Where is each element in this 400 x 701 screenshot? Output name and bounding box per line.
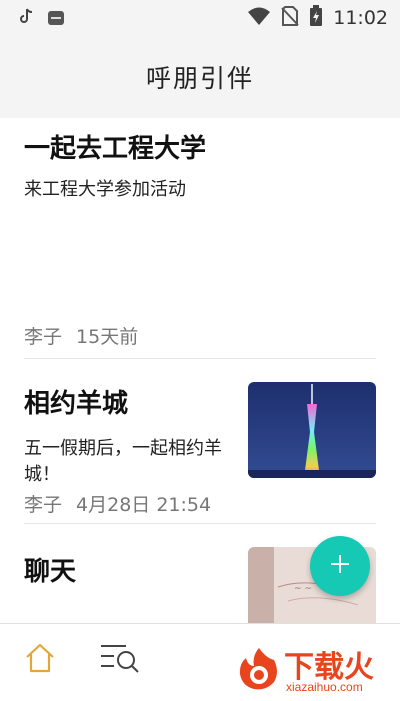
post-title: 相约羊城 [24,389,129,419]
post-author: 李子 [24,494,63,516]
svg-text:~ ~: ~ ~ [294,584,312,594]
watermark: 下载火 xiazaihuo.com [236,642,400,700]
post-meta: 李子 4月28日 21:54 [24,490,211,517]
status-time: 11:02 [333,7,388,29]
post-body: 五一假期后，一起相约羊城！ [24,438,222,485]
wifi-icon [247,6,271,30]
search-list-icon [100,645,140,678]
page-title: 呼朋引伴 [145,64,254,93]
title-bar: 呼朋引伴 [0,36,400,118]
post-title: 聊天 [24,557,77,587]
nav-discover[interactable] [100,642,140,678]
status-bar: 11:02 [0,0,400,36]
plus-icon [329,553,351,579]
post-time: 4月28日 21:54 [76,494,212,516]
watermark-sub: xiazaihuo.com [286,680,363,694]
post-author: 李子 [24,326,63,348]
app-icon [48,11,64,25]
battery-charging-icon [309,5,323,31]
flame-logo-icon [236,646,282,696]
post-card[interactable]: 相约羊城 五一假期后，一起相约羊城！ 李子 4月28日 21:54 [24,358,376,524]
no-sim-icon [281,6,299,30]
post-card[interactable]: 一起去工程大学 来工程大学参加活动 李子 15天前 [24,118,376,359]
post-time: 15天前 [76,326,139,348]
post-body: 来工程大学参加活动 [24,179,186,200]
add-post-button[interactable] [310,536,370,596]
post-image[interactable] [248,382,376,478]
post-title: 一起去工程大学 [24,134,207,164]
post-meta: 李子 15天前 [24,322,138,349]
home-icon [24,643,56,678]
nav-home[interactable] [24,642,56,678]
tiktok-icon [20,8,34,28]
